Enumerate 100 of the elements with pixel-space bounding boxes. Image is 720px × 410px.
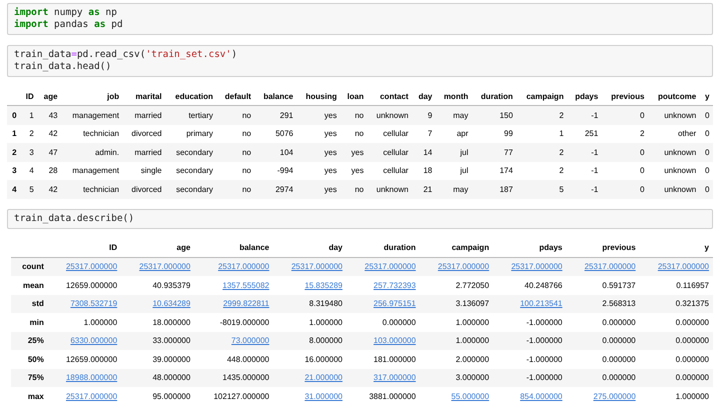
- row-label: count: [22, 262, 44, 272]
- table-cell: divorced: [132, 129, 162, 138]
- row-label: 0: [12, 110, 17, 120]
- table-cell: 1.000000: [456, 336, 490, 346]
- table-cell: 0.000000: [602, 318, 636, 327]
- cell-link[interactable]: 854.000000: [520, 392, 562, 401]
- table-cell: 0.000000: [382, 318, 416, 327]
- table-cell: -1.000000: [526, 336, 562, 346]
- cell-link[interactable]: 18988.000000: [66, 373, 118, 382]
- cell-link[interactable]: 7308.532719: [70, 299, 118, 308]
- cell-link[interactable]: 25317.000000: [658, 262, 709, 272]
- table-cell: 18: [423, 166, 432, 176]
- table-cell: 8.000000: [309, 336, 343, 346]
- cell-link[interactable]: 25317.000000: [218, 262, 270, 272]
- table-cell: 3.136097: [456, 299, 490, 308]
- table-cell: secondary: [176, 184, 214, 194]
- table-cell: 2.772050: [456, 280, 490, 290]
- table-cell: 2: [640, 129, 644, 138]
- table-cell: 187: [500, 184, 513, 194]
- column-header: balance: [263, 92, 294, 100]
- table-cell: 5: [559, 184, 564, 194]
- table-cell: -1.000000: [526, 354, 562, 364]
- code-cell[interactable]: train_data=pd.read_csv('train_set.csv') train_data.head(): [7, 45, 713, 77]
- table-cell: 5: [29, 184, 34, 194]
- table-cell: 43: [48, 110, 58, 120]
- table-cell: -1.000000: [526, 318, 562, 327]
- table-cell: yes: [351, 166, 364, 176]
- cell-link[interactable]: 15.835289: [304, 280, 343, 290]
- table-cell: 5076: [275, 129, 294, 138]
- table-cell: 33.000000: [152, 336, 190, 346]
- table-cell: 14: [423, 148, 432, 157]
- table-cell: management: [72, 110, 120, 120]
- table-cell: primary: [186, 129, 214, 138]
- row-label: 4: [12, 184, 17, 194]
- code-cell[interactable]: train_data.describe(): [7, 208, 713, 228]
- cell-link[interactable]: 1357.555082: [222, 280, 270, 290]
- table-cell: 0: [705, 110, 710, 120]
- table-cell: -1: [591, 110, 598, 120]
- cell-link[interactable]: 25317.000000: [584, 262, 636, 272]
- table-cell: no: [242, 166, 252, 176]
- column-header: housing: [306, 92, 337, 100]
- cell-link[interactable]: 2999.822811: [223, 299, 270, 308]
- table-cell: 9: [428, 110, 432, 120]
- table-cell: unknown: [664, 148, 696, 157]
- column-header: education: [175, 92, 214, 100]
- table-cell: secondary: [176, 166, 214, 176]
- table-cell: 1: [29, 110, 34, 120]
- column-header: poutcome: [658, 92, 696, 100]
- table-cell: 12659.000000: [66, 280, 118, 290]
- table-cell: 0.000000: [676, 318, 709, 327]
- table-cell: 47: [48, 148, 58, 157]
- table-cell: divorced: [132, 184, 162, 194]
- table-cell: no: [242, 129, 252, 138]
- table-cell: 2: [559, 166, 564, 176]
- cell-link[interactable]: 21.000000: [304, 373, 343, 382]
- cell-link[interactable]: 103.000000: [374, 336, 416, 346]
- table-cell: 0.116957: [676, 280, 709, 290]
- table-cell: 4: [29, 166, 34, 176]
- cell-link[interactable]: 25317.000000: [291, 262, 343, 272]
- cell-link[interactable]: 25317.000000: [364, 262, 416, 272]
- table-cell: may: [453, 110, 468, 120]
- row-label: min: [30, 318, 44, 327]
- cell-link[interactable]: 257.732393: [374, 280, 416, 290]
- column-header: balance: [239, 243, 270, 252]
- code-cell[interactable]: import numpy as np import pandas as pd: [7, 3, 713, 35]
- cell-link[interactable]: 25317.000000: [139, 262, 190, 272]
- table-cell: 2: [559, 110, 564, 120]
- column-header: day: [328, 243, 343, 252]
- table-cell: unknown: [664, 184, 696, 194]
- cell-link[interactable]: 317.000000: [374, 373, 416, 382]
- column-header: ID: [26, 92, 34, 100]
- cell-link[interactable]: 73.000000: [231, 336, 270, 346]
- table-cell: 0: [705, 184, 710, 194]
- cell-link[interactable]: 25317.000000: [66, 392, 118, 401]
- cell-link[interactable]: 31.000000: [304, 392, 343, 401]
- table-cell: 1435.000000: [222, 373, 270, 382]
- table-cell: yes: [324, 129, 337, 138]
- table-cell: 0.000000: [602, 354, 636, 364]
- table-cell: 1: [559, 129, 564, 138]
- table-cell: 0.000000: [602, 336, 636, 346]
- table-cell: -1: [591, 166, 598, 176]
- table-cell: 0: [640, 184, 644, 194]
- table-cell: 3: [29, 148, 34, 157]
- table-cell: 0.000000: [676, 354, 709, 364]
- table-cell: 2: [559, 148, 564, 157]
- table-cell: -8019.000000: [220, 318, 270, 327]
- table-cell: 181.000000: [374, 354, 416, 364]
- column-header: loan: [347, 92, 364, 100]
- cell-link[interactable]: 25317.000000: [66, 262, 118, 272]
- cell-link[interactable]: 6330.000000: [70, 336, 118, 346]
- cell-link[interactable]: 25317.000000: [511, 262, 562, 272]
- cell-link[interactable]: 256.975151: [374, 299, 416, 308]
- table-cell: 7: [428, 129, 432, 138]
- cell-link[interactable]: 275.000000: [593, 392, 636, 401]
- cell-link[interactable]: 25317.000000: [438, 262, 490, 272]
- cell-link[interactable]: 55.000000: [451, 392, 490, 401]
- cell-link[interactable]: 100.213541: [520, 299, 562, 308]
- column-header: previous: [611, 92, 644, 100]
- cell-link[interactable]: 10.634289: [152, 299, 190, 308]
- table-cell: -1.000000: [526, 373, 562, 382]
